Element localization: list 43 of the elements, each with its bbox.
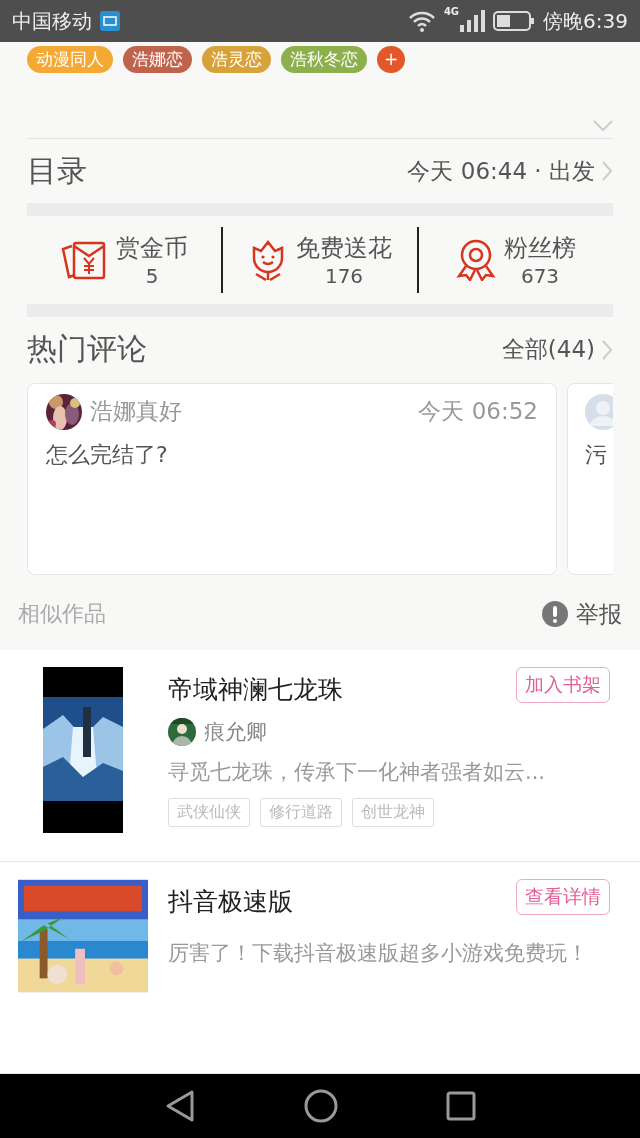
all-comments-link[interactable]: 全部(44)	[501, 334, 595, 366]
warning-icon[interactable]	[542, 601, 568, 628]
home-icon[interactable]	[304, 1089, 338, 1123]
stat-value: 673	[520, 264, 560, 289]
tag-chip[interactable]: 浩秋冬恋	[281, 46, 367, 73]
section-title: 目录	[27, 151, 87, 190]
stat-label[interactable]: 免费送花	[296, 232, 392, 265]
sim-icon	[100, 11, 120, 31]
stat-value: 176	[324, 264, 364, 289]
battery-icon	[493, 10, 536, 32]
book-summary: 厉害了！下载抖音极速版超多小游戏免费玩！	[168, 940, 589, 967]
carrier-name: 中国移动	[12, 7, 92, 35]
stat-label[interactable]: 赏金币	[116, 232, 188, 265]
user-name[interactable]: 浩娜真好	[90, 396, 411, 428]
tag-chip[interactable]: +	[377, 46, 405, 73]
comment-text: 污	[585, 440, 607, 469]
tag-chip[interactable]: 浩灵恋	[202, 46, 271, 73]
comment-time: 今天 06:52	[418, 397, 538, 427]
back-icon[interactable]	[164, 1089, 196, 1123]
section-title: 热门评论	[27, 330, 147, 369]
envelope-icon[interactable]	[60, 240, 108, 281]
recent-apps-icon[interactable]	[446, 1091, 476, 1121]
stat-value: 5	[145, 264, 159, 289]
book-summary: 寻觅七龙珠，传承下一化神者强者如云...	[168, 759, 547, 786]
comment-card[interactable]: 污	[567, 382, 613, 575]
update-link[interactable]: 今天 06:44 · 出发	[407, 155, 595, 187]
signal-icon	[459, 10, 486, 32]
clock-time: 傍晚6:39	[543, 7, 628, 35]
add-to-shelf-button[interactable]: 加入书架	[516, 667, 610, 703]
stat-label[interactable]: 粉丝榜	[504, 232, 576, 265]
medal-icon[interactable]	[456, 239, 496, 282]
book-title[interactable]: 帝域神澜七龙珠	[168, 673, 343, 706]
book-title[interactable]: 抖音极速版	[168, 885, 293, 918]
comment-text: 怎么完结了?	[46, 440, 168, 469]
section-title: 相似作品	[18, 600, 106, 629]
avatar-icon	[585, 393, 613, 430]
details-button[interactable]: 查看详情	[516, 879, 610, 915]
wifi-icon	[407, 10, 436, 32]
network-type: 4G	[443, 6, 460, 17]
author-name[interactable]: 痕允卿	[204, 718, 267, 746]
tag-chip[interactable]: 浩娜恋	[123, 46, 192, 73]
comment-card[interactable]: 浩娜真好 今天 06:52 怎么完结了?	[27, 382, 557, 575]
report-link[interactable]: 举报	[576, 598, 622, 630]
